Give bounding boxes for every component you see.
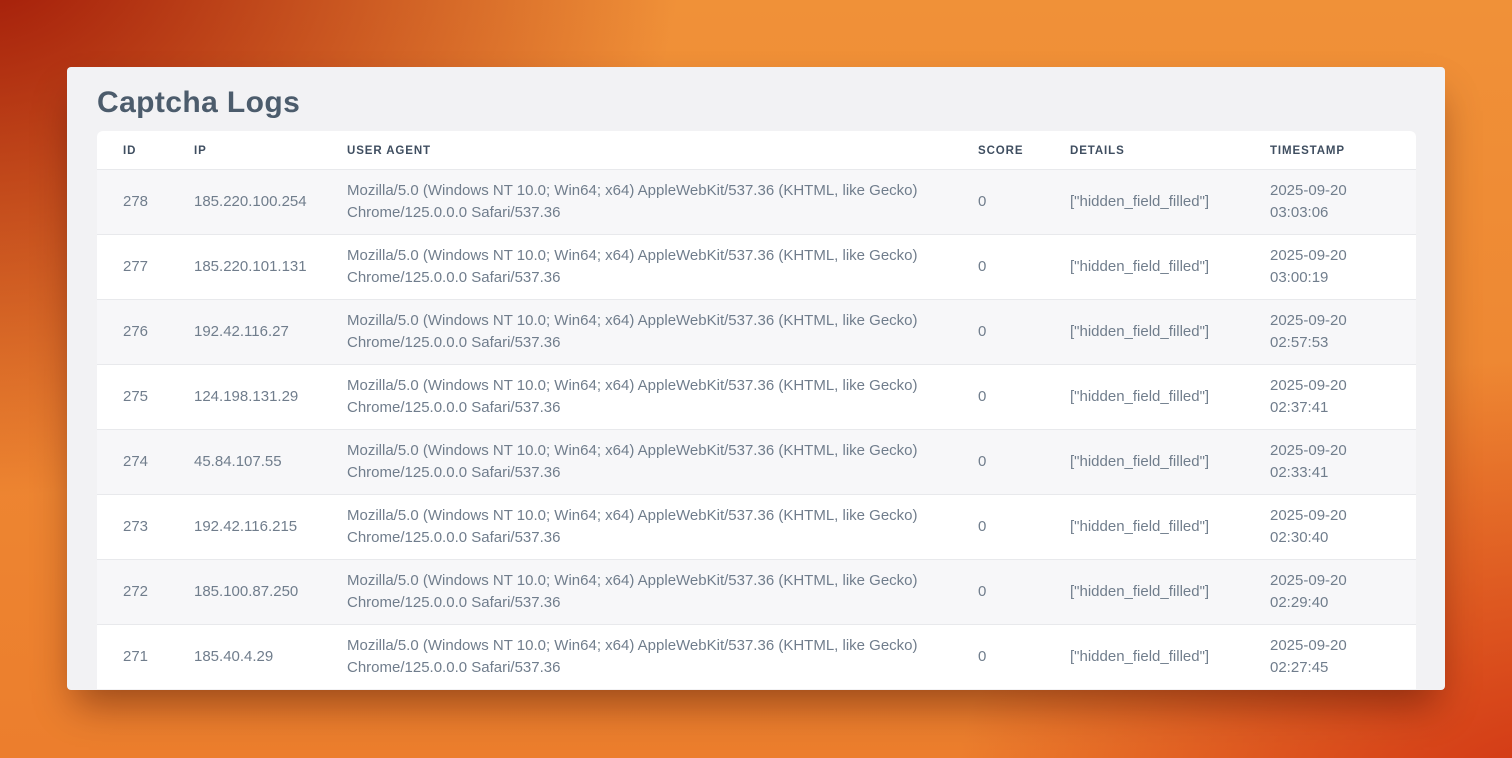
cell-id: 275 [97, 365, 184, 430]
cell-id: 278 [97, 170, 184, 235]
cell-user-agent: Mozilla/5.0 (Windows NT 10.0; Win64; x64… [337, 430, 968, 495]
cell-ip: 185.40.4.29 [184, 625, 337, 690]
table-row: 276192.42.116.27Mozilla/5.0 (Windows NT … [97, 300, 1416, 365]
table-row: 27445.84.107.55Mozilla/5.0 (Windows NT 1… [97, 430, 1416, 495]
table-row: 272185.100.87.250Mozilla/5.0 (Windows NT… [97, 560, 1416, 625]
cell-timestamp: 2025-09-20 02:29:40 [1260, 560, 1416, 625]
table-row: 275124.198.131.29Mozilla/5.0 (Windows NT… [97, 365, 1416, 430]
cell-ip: 192.42.116.27 [184, 300, 337, 365]
table-row: 277185.220.101.131Mozilla/5.0 (Windows N… [97, 235, 1416, 300]
cell-id: 274 [97, 430, 184, 495]
page-background: { "page": { "title": "Captcha Logs" }, "… [0, 0, 1512, 758]
cell-details: ["hidden_field_filled"] [1060, 170, 1260, 235]
page-title: Captcha Logs [97, 81, 1416, 125]
column-header-user-agent: USER AGENT [337, 131, 968, 170]
cell-timestamp: 2025-09-20 03:03:06 [1260, 170, 1416, 235]
column-header-id: ID [97, 131, 184, 170]
cell-score: 0 [968, 495, 1060, 560]
column-header-details: DETAILS [1060, 131, 1260, 170]
cell-id: 277 [97, 235, 184, 300]
cell-score: 0 [968, 560, 1060, 625]
column-header-ip: IP [184, 131, 337, 170]
cell-timestamp: 2025-09-20 02:37:41 [1260, 365, 1416, 430]
cell-id: 272 [97, 560, 184, 625]
cell-ip: 124.198.131.29 [184, 365, 337, 430]
cell-user-agent: Mozilla/5.0 (Windows NT 10.0; Win64; x64… [337, 170, 968, 235]
cell-timestamp: 2025-09-20 02:33:41 [1260, 430, 1416, 495]
cell-score: 0 [968, 170, 1060, 235]
cell-user-agent: Mozilla/5.0 (Windows NT 10.0; Win64; x64… [337, 495, 968, 560]
cell-score: 0 [968, 235, 1060, 300]
cell-ip: 45.84.107.55 [184, 430, 337, 495]
cell-user-agent: Mozilla/5.0 (Windows NT 10.0; Win64; x64… [337, 365, 968, 430]
cell-id: 276 [97, 300, 184, 365]
cell-score: 0 [968, 430, 1060, 495]
cell-details: ["hidden_field_filled"] [1060, 495, 1260, 560]
cell-score: 0 [968, 300, 1060, 365]
cell-ip: 185.220.100.254 [184, 170, 337, 235]
logs-table-wrap: IDIPUSER AGENTSCOREDETAILSTIMESTAMP 2781… [97, 131, 1416, 689]
cell-score: 0 [968, 365, 1060, 430]
cell-user-agent: Mozilla/5.0 (Windows NT 10.0; Win64; x64… [337, 625, 968, 690]
table-row: 278185.220.100.254Mozilla/5.0 (Windows N… [97, 170, 1416, 235]
cell-details: ["hidden_field_filled"] [1060, 235, 1260, 300]
cell-score: 0 [968, 625, 1060, 690]
column-header-score: SCORE [968, 131, 1060, 170]
cell-id: 273 [97, 495, 184, 560]
cell-user-agent: Mozilla/5.0 (Windows NT 10.0; Win64; x64… [337, 300, 968, 365]
cell-details: ["hidden_field_filled"] [1060, 625, 1260, 690]
cell-details: ["hidden_field_filled"] [1060, 560, 1260, 625]
cell-timestamp: 2025-09-20 02:27:45 [1260, 625, 1416, 690]
cell-ip: 192.42.116.215 [184, 495, 337, 560]
table-row: 271185.40.4.29Mozilla/5.0 (Windows NT 10… [97, 625, 1416, 690]
cell-details: ["hidden_field_filled"] [1060, 365, 1260, 430]
table-row: 273192.42.116.215Mozilla/5.0 (Windows NT… [97, 495, 1416, 560]
cell-details: ["hidden_field_filled"] [1060, 430, 1260, 495]
table-header-row: IDIPUSER AGENTSCOREDETAILSTIMESTAMP [97, 131, 1416, 170]
cell-user-agent: Mozilla/5.0 (Windows NT 10.0; Win64; x64… [337, 235, 968, 300]
cell-ip: 185.220.101.131 [184, 235, 337, 300]
cell-timestamp: 2025-09-20 02:57:53 [1260, 300, 1416, 365]
table-header: IDIPUSER AGENTSCOREDETAILSTIMESTAMP [97, 131, 1416, 170]
logs-table: IDIPUSER AGENTSCOREDETAILSTIMESTAMP 2781… [97, 131, 1416, 689]
cell-details: ["hidden_field_filled"] [1060, 300, 1260, 365]
table-body: 278185.220.100.254Mozilla/5.0 (Windows N… [97, 170, 1416, 690]
cell-ip: 185.100.87.250 [184, 560, 337, 625]
captcha-logs-card: Captcha Logs IDIPUSER AGENTSCOREDETAILST… [67, 67, 1445, 690]
cell-user-agent: Mozilla/5.0 (Windows NT 10.0; Win64; x64… [337, 560, 968, 625]
column-header-timestamp: TIMESTAMP [1260, 131, 1416, 170]
cell-id: 271 [97, 625, 184, 690]
cell-timestamp: 2025-09-20 03:00:19 [1260, 235, 1416, 300]
cell-timestamp: 2025-09-20 02:30:40 [1260, 495, 1416, 560]
